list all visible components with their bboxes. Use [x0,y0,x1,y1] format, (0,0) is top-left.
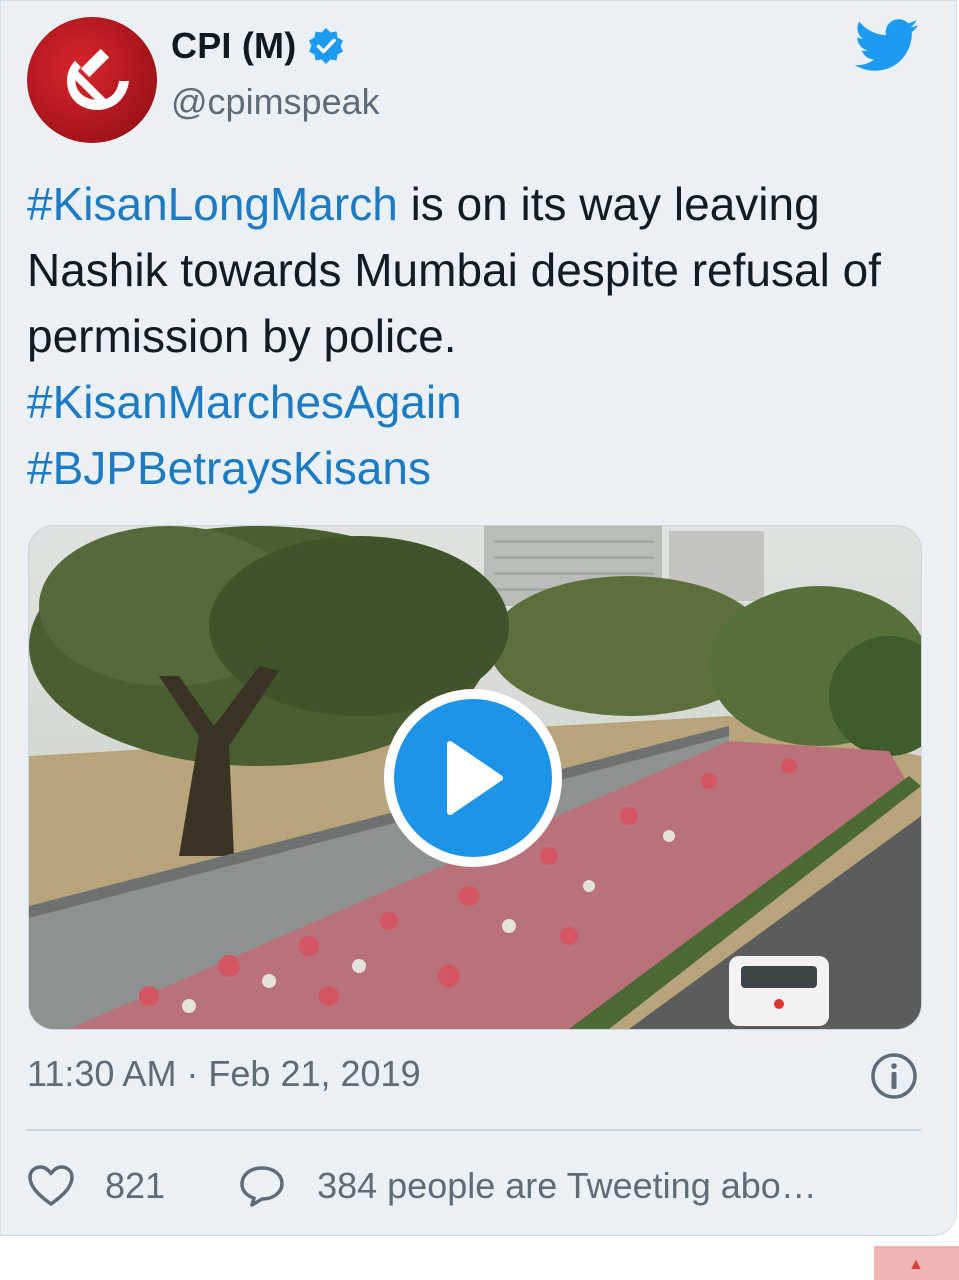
caret-up-icon: ▲ [908,1256,924,1273]
verified-badge-icon [309,28,344,64]
tweet-timestamp[interactable]: 11:30 AM · Feb 21, 2019 [27,1053,421,1095]
author-handle[interactable]: @cpimspeak [171,81,380,123]
replies-link[interactable]: 384 people are Tweeting abo… [317,1165,817,1207]
tweet-actions: 821 384 people are Tweeting abo… [27,1161,817,1211]
author-name[interactable]: CPI (M) [171,25,296,67]
like-count[interactable]: 821 [105,1165,165,1207]
hashtag-link[interactable]: #KisanMarchesAgain [27,376,462,428]
play-icon [447,741,503,815]
info-icon[interactable] [869,1051,919,1101]
hashtag-link[interactable]: #KisanLongMarch [27,178,398,230]
twitter-bird-icon[interactable] [855,19,919,71]
hashtag-link[interactable]: #BJPBetraysKisans [27,442,431,494]
play-button[interactable] [384,689,562,867]
hammer-sickle-icon [66,48,129,110]
reply-bubble-icon[interactable] [239,1164,285,1208]
tweet-card[interactable]: CPI (M) @cpimspeak #KisanLongMarch is on… [0,0,957,1236]
heart-icon[interactable] [27,1164,75,1208]
corner-tab: ▲ [874,1246,959,1280]
divider [27,1129,921,1131]
tweet-text: #KisanLongMarch is on its way leaving Na… [27,171,927,501]
avatar[interactable] [27,17,157,143]
